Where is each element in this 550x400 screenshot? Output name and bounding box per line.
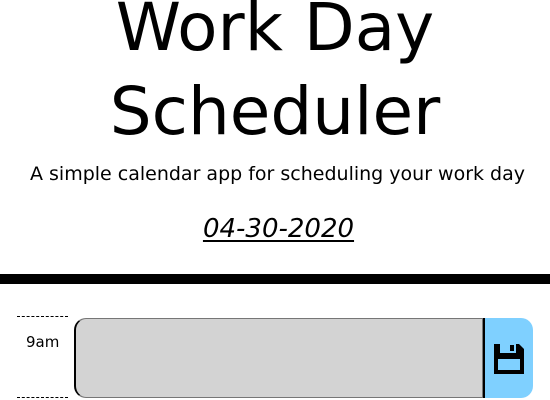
- page-lead: A simple calendar app for scheduling you…: [29, 163, 526, 185]
- page-title: Work Day Scheduler: [109, 0, 441, 150]
- hour-cell: 9am: [17, 316, 68, 398]
- hour-label: 9am: [26, 333, 60, 351]
- timeblock-row: 9am: [0, 316, 550, 400]
- save-button[interactable]: [483, 318, 533, 398]
- floppy-disk-icon: [494, 344, 524, 374]
- header-divider: [0, 274, 550, 284]
- scheduler-page: Work Day Scheduler A simple calendar app…: [0, 0, 550, 400]
- task-input[interactable]: [74, 318, 483, 398]
- current-date: 04-30-2020: [202, 214, 355, 244]
